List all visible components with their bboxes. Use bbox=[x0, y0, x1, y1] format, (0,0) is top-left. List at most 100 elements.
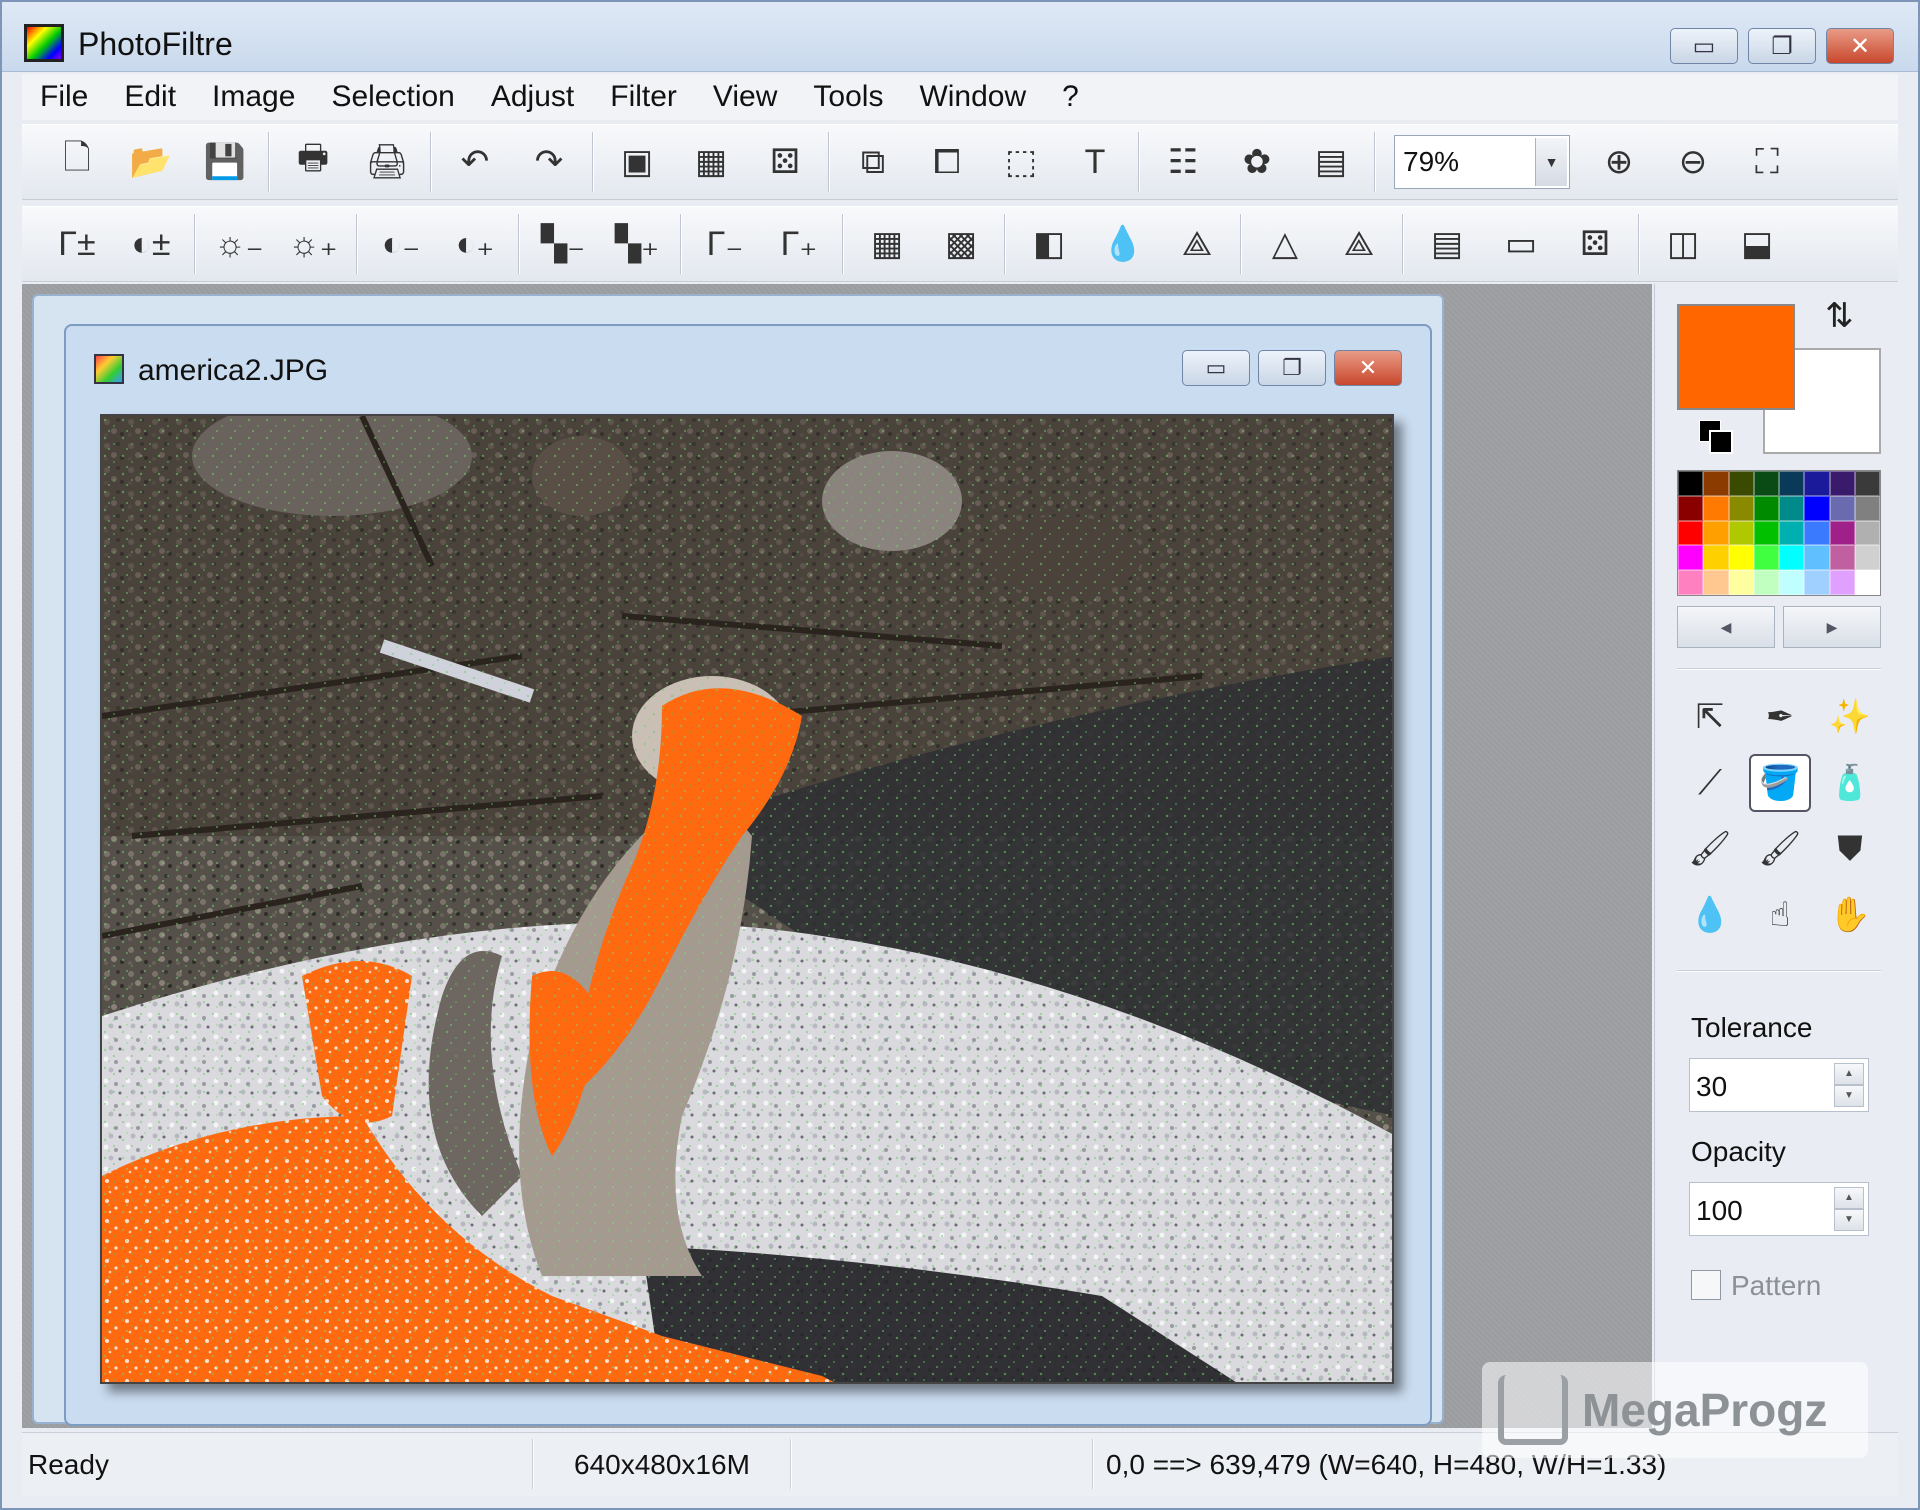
palette-swatch[interactable] bbox=[1703, 570, 1729, 595]
default-colors-icon[interactable] bbox=[1699, 420, 1733, 454]
palette-swatch[interactable] bbox=[1829, 471, 1855, 496]
palette-swatch[interactable] bbox=[1703, 520, 1729, 546]
brightness-minus-icon[interactable]: ☼₋ bbox=[208, 213, 270, 275]
palette-swatch[interactable] bbox=[1678, 545, 1704, 571]
grid-colored-icon[interactable]: ▩ bbox=[930, 213, 992, 275]
document-minimize-button[interactable]: ▭ bbox=[1182, 350, 1250, 386]
palette-swatch[interactable] bbox=[1779, 471, 1805, 496]
text-tool-icon[interactable]: T bbox=[1064, 131, 1126, 193]
saturation-minus-icon[interactable]: ▚₋ bbox=[532, 213, 594, 275]
menu-edit[interactable]: Edit bbox=[106, 74, 194, 120]
palette-swatch[interactable] bbox=[1753, 471, 1779, 496]
palette-swatch[interactable] bbox=[1753, 495, 1779, 521]
eyedropper-icon[interactable]: ✒ bbox=[1745, 684, 1815, 750]
palette-swatch[interactable] bbox=[1703, 495, 1729, 521]
palette-swatch[interactable] bbox=[1804, 495, 1830, 521]
palette-swatch[interactable] bbox=[1804, 471, 1830, 496]
palette-swatch[interactable] bbox=[1804, 520, 1830, 546]
menu-window[interactable]: Window bbox=[901, 74, 1044, 120]
save-icon[interactable]: 💾 bbox=[194, 131, 256, 193]
menu-help[interactable]: ? bbox=[1044, 74, 1097, 120]
palette-swatch[interactable] bbox=[1728, 495, 1754, 521]
flip-horizontal-icon[interactable]: ◫ bbox=[1652, 213, 1714, 275]
palette-swatch[interactable] bbox=[1779, 495, 1805, 521]
plugin-icon[interactable]: ✿ bbox=[1226, 131, 1288, 193]
palette-swatch[interactable] bbox=[1728, 570, 1754, 595]
contrast-plus-icon[interactable]: ◐₊ bbox=[444, 213, 506, 275]
gradient-bar-icon[interactable]: ▭ bbox=[1490, 213, 1552, 275]
minimize-button[interactable]: ▭ bbox=[1670, 28, 1738, 64]
palette-swatch[interactable] bbox=[1779, 545, 1805, 571]
gamma-plus-icon[interactable]: Γ₊ bbox=[768, 213, 830, 275]
chevron-down-icon[interactable]: ▼ bbox=[1535, 138, 1567, 186]
opacity-spinner[interactable]: ▲ ▼ bbox=[1834, 1187, 1864, 1233]
line-icon[interactable]: ⟋ bbox=[1675, 750, 1745, 816]
palette-swatch[interactable] bbox=[1703, 545, 1729, 571]
palette-swatch[interactable] bbox=[1829, 545, 1855, 571]
palette-swatch[interactable] bbox=[1829, 520, 1855, 546]
pattern-checkbox[interactable] bbox=[1691, 1270, 1721, 1300]
palette-swatch[interactable] bbox=[1678, 495, 1704, 521]
swap-colors-icon[interactable]: ⇅ bbox=[1825, 296, 1854, 336]
spray-icon[interactable]: 🧴 bbox=[1815, 750, 1885, 816]
palette-swatch[interactable] bbox=[1854, 495, 1880, 521]
palette-prev-button[interactable]: ◀ bbox=[1677, 606, 1775, 648]
image-size-icon[interactable]: ⧠ bbox=[916, 131, 978, 193]
gradient-icon[interactable]: ▤ bbox=[1416, 213, 1478, 275]
zoom-out-icon[interactable]: ⊖ bbox=[1662, 131, 1724, 193]
zoom-in-icon[interactable]: ⊕ bbox=[1588, 131, 1650, 193]
foreground-color-swatch[interactable] bbox=[1677, 304, 1795, 410]
scan-icon[interactable]: 🖨 bbox=[356, 131, 418, 193]
palette-swatch[interactable] bbox=[1829, 570, 1855, 595]
close-button[interactable]: ✕ bbox=[1826, 28, 1894, 64]
opacity-input[interactable]: 100 ▲ ▼ bbox=[1689, 1182, 1869, 1236]
window-icon[interactable]: ▤ bbox=[1300, 131, 1362, 193]
menu-file[interactable]: File bbox=[22, 74, 106, 120]
saturation-plus-icon[interactable]: ▚₊ bbox=[606, 213, 668, 275]
zoom-select[interactable]: 79% ▼ bbox=[1394, 135, 1570, 189]
redo-icon[interactable]: ↷ bbox=[518, 131, 580, 193]
blur-more-icon[interactable]: ⟁ bbox=[1166, 213, 1228, 275]
fit-image-icon[interactable]: ⛶ bbox=[1736, 131, 1798, 193]
blur-drop-icon[interactable]: 💧 bbox=[1675, 882, 1745, 948]
menu-selection[interactable]: Selection bbox=[313, 74, 472, 120]
palette-swatch[interactable] bbox=[1703, 471, 1729, 496]
flip-vertical-icon[interactable]: ⬓ bbox=[1726, 213, 1788, 275]
auto-contrast-icon[interactable]: ◐± bbox=[120, 213, 182, 275]
palette-swatch[interactable] bbox=[1854, 545, 1880, 571]
palette-next-button[interactable]: ▶ bbox=[1783, 606, 1881, 648]
duplicate-image-icon[interactable]: ⧉ bbox=[842, 131, 904, 193]
gamma-minus-icon[interactable]: Γ₋ bbox=[694, 213, 756, 275]
texture-icon[interactable]: ⚄ bbox=[1564, 213, 1626, 275]
palette-swatch[interactable] bbox=[1804, 545, 1830, 571]
document-close-button[interactable]: ✕ bbox=[1334, 350, 1402, 386]
palette-swatch[interactable] bbox=[1854, 570, 1880, 595]
open-folder-icon[interactable]: 📂 bbox=[120, 131, 182, 193]
palette-swatch[interactable] bbox=[1854, 471, 1880, 496]
color-palette[interactable] bbox=[1677, 470, 1881, 596]
contrast-minus-icon[interactable]: ◐₋ bbox=[370, 213, 432, 275]
blur-icon[interactable]: 💧 bbox=[1092, 213, 1154, 275]
palette-swatch[interactable] bbox=[1753, 570, 1779, 595]
palette-swatch[interactable] bbox=[1728, 520, 1754, 546]
palette-swatch[interactable] bbox=[1678, 471, 1704, 496]
maximize-button[interactable]: ❐ bbox=[1748, 28, 1816, 64]
smudge-icon[interactable]: ☝ bbox=[1745, 882, 1815, 948]
hand-icon[interactable]: ✋ bbox=[1815, 882, 1885, 948]
menu-filter[interactable]: Filter bbox=[592, 74, 695, 120]
paint-bucket-icon[interactable]: 🪣 bbox=[1749, 754, 1811, 812]
palette-swatch[interactable] bbox=[1678, 520, 1704, 546]
menu-image[interactable]: Image bbox=[194, 74, 313, 120]
palette-swatch[interactable] bbox=[1753, 520, 1779, 546]
brush-icon[interactable]: 🖌 bbox=[1675, 816, 1745, 882]
clone-stamp-icon[interactable]: ⛊ bbox=[1815, 816, 1885, 882]
auto-levels-icon[interactable]: Γ± bbox=[46, 213, 108, 275]
tolerance-spinner[interactable]: ▲ ▼ bbox=[1834, 1063, 1864, 1109]
palette-swatch[interactable] bbox=[1829, 495, 1855, 521]
color-palette-icon[interactable]: ▦ bbox=[680, 131, 742, 193]
brightness-plus-icon[interactable]: ☼₊ bbox=[282, 213, 344, 275]
menu-adjust[interactable]: Adjust bbox=[473, 74, 592, 120]
sharpen-more-icon[interactable]: ⟁ bbox=[1328, 213, 1390, 275]
image-canvas[interactable] bbox=[100, 414, 1394, 1384]
grid-icon[interactable]: ▦ bbox=[856, 213, 918, 275]
